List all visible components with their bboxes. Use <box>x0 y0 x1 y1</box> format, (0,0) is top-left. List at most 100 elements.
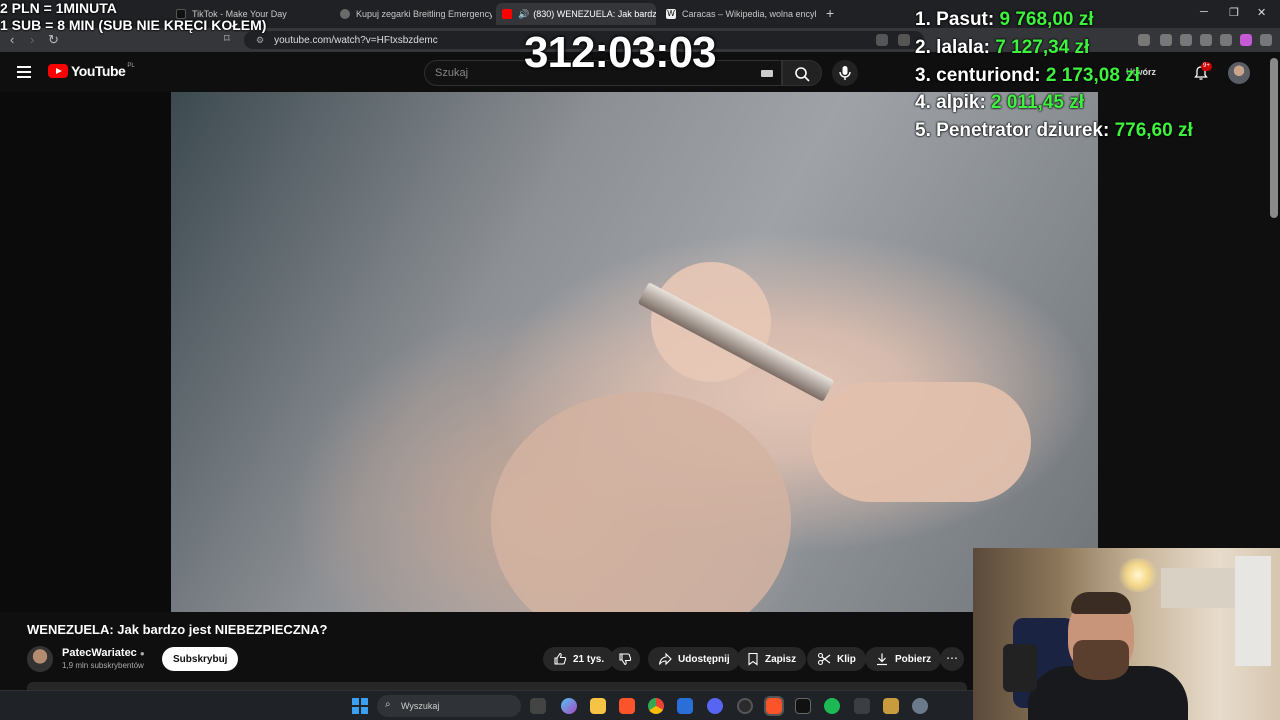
close-window-icon[interactable]: ✕ <box>1257 6 1266 19</box>
description-box[interactable] <box>27 682 967 690</box>
like-button[interactable]: 21 tys. <box>543 647 615 671</box>
music-icon[interactable] <box>1138 34 1150 46</box>
tab-title: Caracas – Wikipedia, wolna encyklop <box>682 9 816 19</box>
youtube-play-icon <box>48 64 68 78</box>
speaker-icon: 🔊 <box>518 8 530 19</box>
obs-icon[interactable] <box>737 698 753 714</box>
dislike-button[interactable] <box>610 647 640 671</box>
logo-text: YouTube <box>71 63 126 79</box>
left-letterbox <box>0 92 171 612</box>
voice-search-button[interactable] <box>832 60 858 86</box>
back-icon[interactable]: ‹ <box>10 32 14 47</box>
user-avatar[interactable] <box>1228 62 1250 84</box>
kitchen-cabinet <box>1161 568 1241 608</box>
site-info-icon[interactable]: ⚙ <box>256 35 264 46</box>
overlay-sub-line: 1 SUB = 8 MIN (SUB NIE KRĘCI KOŁEM) <box>0 17 267 33</box>
overlay-rate-line: 2 PLN = 1MINUTA <box>0 0 117 16</box>
leaderboard-amount: 2 173,08 zł <box>1045 65 1140 86</box>
calculator-icon[interactable] <box>854 698 870 714</box>
hamburger-menu-icon[interactable] <box>17 66 31 78</box>
leaderboard-name: Pasut: <box>936 9 995 30</box>
channel-avatar[interactable] <box>27 646 53 672</box>
leaderboard-amount: 2 011,45 zł <box>991 92 1085 113</box>
save-button[interactable]: Zapisz <box>737 647 807 671</box>
thumbs-down-icon <box>619 653 632 666</box>
video-player[interactable] <box>171 92 1098 612</box>
settings-gear-icon[interactable] <box>912 698 928 714</box>
vpn-icon[interactable] <box>1240 34 1252 46</box>
extensions-icon[interactable] <box>1200 34 1212 46</box>
subscribe-button[interactable]: Subskrybuj <box>162 647 239 671</box>
fridge-shape <box>1235 556 1271 666</box>
keyboard-icon[interactable] <box>761 70 773 77</box>
tab-title: (830) WENEZUELA: Jak bardzo <box>533 9 656 19</box>
microphone-icon <box>839 66 851 80</box>
forward-icon[interactable]: › <box>30 32 34 47</box>
like-count: 21 tys. <box>573 653 605 665</box>
cast-icon[interactable] <box>876 34 888 46</box>
url-text: youtube.com/watch?v=HFtxsbzdemc <box>274 34 438 46</box>
leaderboard-amount: 7 127,34 zł <box>995 37 1090 58</box>
scissors-icon <box>817 652 831 666</box>
leaderboard-entry: 2. lalala: 7 127,34 zł <box>915 37 1089 59</box>
clip-button[interactable]: Klip <box>807 647 866 671</box>
tab-wikipedia[interactable]: W Caracas – Wikipedia, wolna encyklop <box>660 3 816 25</box>
thumbs-up-icon <box>554 652 567 665</box>
save-label: Zapisz <box>765 653 797 665</box>
discord-icon[interactable] <box>707 698 723 714</box>
chrome-icon[interactable] <box>648 698 664 714</box>
search-placeholder: Szukaj <box>435 67 469 79</box>
subathon-timer: 312:03:03 <box>524 28 717 77</box>
store-icon[interactable] <box>677 698 693 714</box>
tab-breitling[interactable]: Kupuj zegarki Breitling Emergency II <box>334 3 492 25</box>
leaderboard-rank: 4. <box>915 92 931 113</box>
task-view-icon[interactable] <box>530 698 546 714</box>
page-scrollbar[interactable] <box>1270 58 1278 218</box>
tab-youtube[interactable]: 🔊 (830) WENEZUELA: Jak bardzo ✕ <box>496 3 656 25</box>
reload-icon[interactable]: ↻ <box>48 32 59 48</box>
app-icon[interactable] <box>795 698 811 714</box>
verified-icon: ● <box>139 649 145 658</box>
leaderboard-amount: 776,60 zł <box>1114 120 1193 141</box>
share-button[interactable]: Udostępnij <box>648 647 740 671</box>
youtube-logo[interactable]: YouTube PL <box>48 63 135 79</box>
bookmark-icon[interactable]: ⌑ <box>224 32 230 45</box>
tab-title: Kupuj zegarki Breitling Emergency II <box>356 9 492 19</box>
hand-shape <box>491 392 791 612</box>
taskbar-search-icon: ⌕ <box>385 699 391 710</box>
channel-name[interactable]: PatecWariatec ● <box>62 647 145 659</box>
file-explorer-icon[interactable] <box>590 698 606 714</box>
reading-list-icon[interactable] <box>1160 34 1172 46</box>
leaderboard-entry: 3. centuriond: 2 173,08 zł <box>915 65 1140 87</box>
leaderboard-entry: 5. Penetrator dziurek: 776,60 zł <box>915 120 1193 142</box>
shield-icon[interactable] <box>1220 34 1232 46</box>
leaderboard-name: alpik: <box>936 92 986 113</box>
download-button[interactable]: Pobierz <box>865 647 942 671</box>
menu-icon[interactable] <box>1260 34 1272 46</box>
new-tab-button[interactable]: + <box>826 5 834 21</box>
taskbar-search-input[interactable]: ⌕ Wyszukaj <box>377 695 521 717</box>
windows-start-icon[interactable] <box>352 698 368 714</box>
wallet-icon[interactable] <box>1180 34 1192 46</box>
leaderboard-rank: 1. <box>915 9 931 30</box>
leaderboard-name: Penetrator dziurek: <box>936 120 1110 141</box>
restore-icon[interactable]: ❐ <box>1229 6 1239 19</box>
leaderboard-name: centuriond: <box>936 65 1041 86</box>
league-of-legends-icon[interactable] <box>883 698 899 714</box>
spotify-icon[interactable] <box>824 698 840 714</box>
more-actions-icon[interactable]: ⋯ <box>940 647 964 671</box>
copilot-icon[interactable] <box>561 698 577 714</box>
leaderboard-rank: 2. <box>915 37 931 58</box>
minimize-icon[interactable]: ─ <box>1200 6 1208 18</box>
share-icon[interactable] <box>898 34 910 46</box>
microphone-arm <box>1003 644 1037 692</box>
search-button[interactable] <box>782 60 822 86</box>
brave-active-icon[interactable] <box>764 696 784 716</box>
download-label: Pobierz <box>895 653 932 665</box>
clip-label: Klip <box>837 653 856 665</box>
bookmark-save-icon <box>748 652 758 666</box>
brave-browser-icon[interactable] <box>619 698 635 714</box>
share-arrow-icon <box>658 652 672 666</box>
site-icon <box>340 9 350 19</box>
search-icon <box>795 67 810 82</box>
